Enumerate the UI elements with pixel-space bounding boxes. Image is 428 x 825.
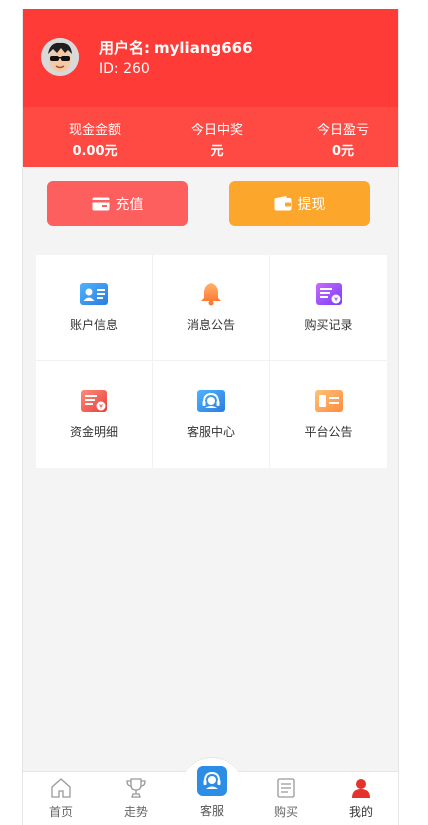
stat-today-win: 今日中奖 元 [172,119,262,159]
tab-label: 首页 [48,805,73,819]
username-line: 用户名: myliang666 [99,37,253,58]
menu-item-label: 消息公告 [186,318,235,332]
center-tab-icon-bg [197,766,227,796]
card-icon [92,197,109,210]
home-icon [51,778,71,798]
trophy-icon [126,778,146,798]
platform-notice-icon [314,390,343,412]
svg-text:¥: ¥ [334,297,338,304]
account-card-icon [80,283,108,305]
menu-item-label: 平台公告 [304,425,353,439]
tab-purchase[interactable]: 购买 [256,772,316,825]
menu-item-customer-service[interactable]: 客服中心 [153,361,270,468]
stat-value: 0元 [331,144,355,159]
tab-home[interactable]: 首页 [31,772,91,825]
stat-cash: 现金金额 0.00元 [50,119,140,159]
withdraw-button[interactable]: 提现 [229,181,370,226]
tab-label: 我的 [348,805,373,819]
tab-label: 购买 [273,805,298,819]
wallet-icon [274,196,291,211]
recharge-label: 充值 [115,196,144,213]
menu-item-label: 资金明细 [69,425,118,439]
purchase-record-icon: ¥ [315,283,342,305]
stats-bar: 现金金额 0.00元 今日中奖 元 今日盈亏 0元 [23,107,398,167]
username-value: myliang666 [154,39,253,57]
stat-label: 今日盈亏 [316,123,369,138]
stat-value: 0.00元 [72,144,118,159]
username-label: 用户名: [99,39,150,57]
stat-label: 现金金额 [68,123,121,138]
recharge-button[interactable]: 充值 [47,181,188,226]
customer-service-icon [203,771,221,789]
avatar[interactable] [41,38,79,76]
stat-label: 今日中奖 [190,123,243,138]
menu-item-account-info[interactable]: 账户信息 [36,255,153,361]
menu-item-label: 客服中心 [186,425,235,439]
svg-text:¥: ¥ [99,404,103,411]
bell-icon [201,283,221,306]
menu-item-notices[interactable]: 消息公告 [153,255,270,361]
user-id: ID: 260 [99,61,150,77]
tab-mine[interactable]: 我的 [331,772,391,825]
stat-value: 元 [210,144,224,159]
user-icon [352,779,370,798]
menu-item-platform-notice[interactable]: 平台公告 [270,361,387,468]
tab-label: 走势 [123,805,148,819]
menu-item-label: 购买记录 [304,318,353,332]
avatar-image [41,38,79,76]
tab-trend[interactable]: 走势 [106,772,166,825]
menu-grid: 账户信息 消息公告 ¥ 购买记录 ¥ 资金明细 客服中心 平台公告 [36,255,387,468]
menu-item-fund-details[interactable]: ¥ 资金明细 [36,361,153,468]
customer-service-icon [197,390,225,412]
withdraw-label: 提现 [297,196,326,213]
tab-label: 客服 [199,804,224,818]
menu-item-purchase-records[interactable]: ¥ 购买记录 [270,255,387,361]
menu-item-label: 账户信息 [69,318,118,332]
profile-header: 用户名: myliang666 ID: 260 [23,9,398,107]
fund-detail-icon: ¥ [81,390,107,412]
document-icon [277,778,295,798]
app-frame: 用户名: myliang666 ID: 260 现金金额 0.00元 今日中奖 元… [22,9,399,825]
stat-today-profit: 今日盈亏 0元 [298,119,388,159]
tab-customer-service[interactable]: 客服 [182,761,242,825]
